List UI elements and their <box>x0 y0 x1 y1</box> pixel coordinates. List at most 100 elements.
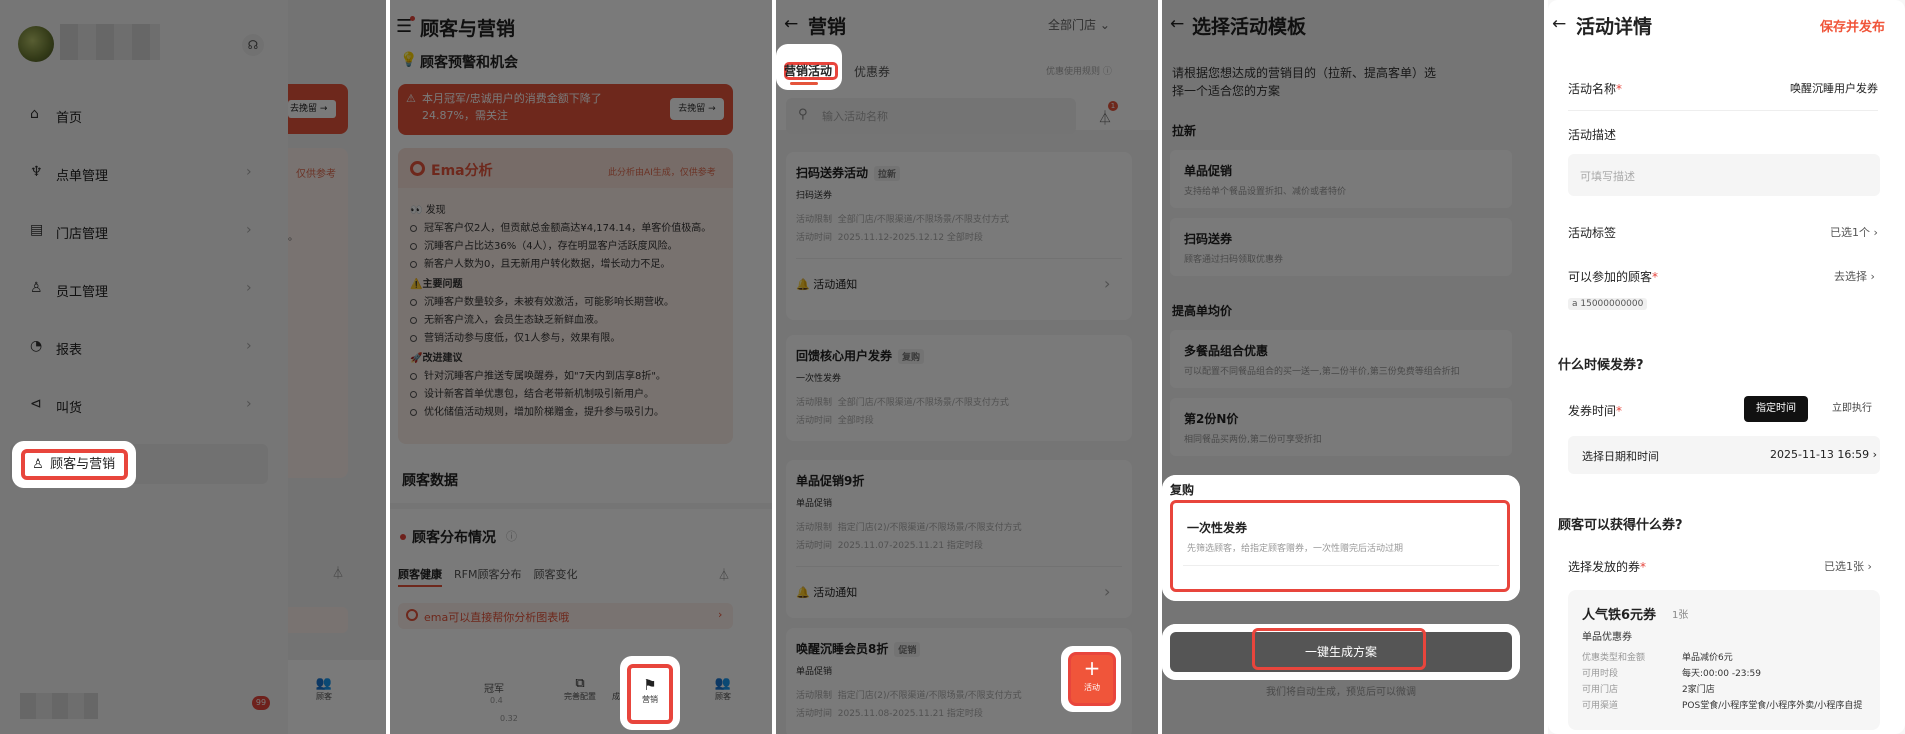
page-title: 营销 <box>808 16 847 38</box>
headset-icon[interactable]: ☊ <box>242 34 264 56</box>
bottom-tab[interactable]: 👥 顾客 <box>703 676 743 702</box>
add-activity-button[interactable]: + 活动 <box>1068 652 1116 706</box>
desc-label: 活动描述 <box>1568 128 1617 142</box>
tag-label: 活动标签 <box>1568 226 1617 240</box>
chevron-right-icon: › <box>246 338 252 354</box>
bell-icon: 🔔 <box>796 586 810 599</box>
footer-note: 我们将自动生成，预览后可以微调 <box>1266 687 1416 698</box>
template-card[interactable]: 扫码送券 顾客通过扫码领取优惠券 <box>1170 218 1512 276</box>
sidebar-item[interactable]: ♆ 点单管理 › <box>0 154 270 194</box>
tab-coupon[interactable]: 优惠券 <box>854 63 890 80</box>
bg-tab-customer: 👥 顾客 <box>315 676 333 701</box>
chevron-right-icon: › <box>246 222 252 238</box>
flag-icon: ⚑ <box>643 676 657 694</box>
template-card[interactable]: 多餐品组合优惠 可以配置不同餐品组合的买一送一,第二份半价,第三份免费等组合折扣 <box>1170 330 1512 388</box>
chevron-right-icon: › <box>246 164 252 180</box>
customer-chip[interactable]: a 15000000000 <box>1568 298 1648 310</box>
ema-list-item: 针对沉睡客户推送专属唤醒券，如"7天内到店享8折"。 <box>410 368 725 386</box>
activity-card[interactable]: 回馈核心用户发券 复购 一次性发券 活动限制 全部门店/不限渠道/不限场景/不限支… <box>786 335 1132 441</box>
dist-title: 顾客分布情况 <box>412 530 496 546</box>
data-title: 顾客数据 <box>402 473 458 489</box>
megaphone-icon: ⊲ <box>30 396 42 412</box>
staff-icon: ♙ <box>30 280 43 296</box>
coupon-rules-link[interactable]: 优惠使用规则 ⓘ <box>1046 64 1112 77</box>
time-label: 发券时间* <box>1568 404 1623 418</box>
template-one-time-coupon[interactable]: 一次性发券 先筛选顾客，给指定顾客赠券，一次性赠完后活动过期 <box>1170 500 1510 592</box>
sidebar-item-label: 叫货 <box>56 401 83 416</box>
bottom-tab[interactable]: ⧉ 完善配置 <box>560 676 600 702</box>
sidebar-item[interactable]: ♙ 员工管理 › <box>0 270 270 310</box>
tab-icon: ⧉ <box>575 676 585 691</box>
account-blurred <box>20 693 98 719</box>
customer-select[interactable]: 去选择 › <box>1834 268 1875 284</box>
dist-dot <box>400 534 406 540</box>
activity-card[interactable]: 单品促销9折 单品促销 活动限制 指定门店(2)/不限渠道/不限场景/不限支付方… <box>786 460 1132 618</box>
datetime-picker[interactable]: 选择日期和时间 2025-11-13 16:59 › <box>1568 436 1880 474</box>
sidebar-item[interactable]: ⌂ 首页 <box>0 96 270 136</box>
panel-customer-marketing: ☰ 顾客与营销 💡 顾客预警和机会 ⚠ 本月冠军/忠诚用户的消费金额下降了24.… <box>390 0 772 734</box>
activity-card[interactable]: 扫码送券活动 拉新 扫码送券 活动限制 全部门店/不限渠道/不限场景/不限支付方式… <box>786 152 1132 320</box>
retain-button[interactable]: 去挽留 → <box>670 98 724 120</box>
tab-marketing-activities[interactable]: 营销活动 <box>784 62 832 79</box>
coupon-row: 可用渠道 POS堂食/小程序堂食/小程序外卖/小程序自提 <box>1582 701 1863 711</box>
background-page: 去挽留 → 仅供参考 。 ⏃ 👥 顾客 99 <box>252 0 386 734</box>
desc-input[interactable]: 可填写描述 <box>1568 154 1880 196</box>
name-input[interactable]: 唤醒沉睡用户发券 <box>1790 80 1878 96</box>
template-card[interactable]: 第2份N价 相同餐品买两份,第二份可享受折扣 <box>1170 398 1512 456</box>
side-drawer: ☊ ⌂首页♆点单管理›▤门店管理›♙员工管理›◔报表›⊲叫货›♙顾客与营销 <box>0 0 288 734</box>
ema-title: Ema分析 <box>431 163 493 179</box>
coupon-card[interactable]: 人气铁6元券 1张 单品优惠券 优惠类型和金额 单品减价6元 可用时段 每天:00:0… <box>1568 590 1880 730</box>
sidebar-item-label: 首页 <box>56 111 83 126</box>
option-immediate[interactable]: 立即执行 <box>1820 396 1884 422</box>
ema-list-item: 优化储值活动规则，增加阶梯赠金，提升参与吸引力。 <box>410 404 725 422</box>
sidebar-item[interactable]: ▤ 门店管理 › <box>0 212 270 252</box>
ema-note: 此分析由AI生成，仅供参考 <box>608 168 716 178</box>
dist-tab[interactable]: RFM顾客分布 <box>454 568 521 581</box>
alert-icon: ⚠ <box>406 92 416 105</box>
filter-icon[interactable]: ⏃ <box>1098 108 1112 128</box>
back-icon[interactable]: ← <box>1170 14 1184 34</box>
alert-text: 本月冠军/忠诚用户的消费金额下降了24.87%，需关注 <box>422 92 602 122</box>
avatar[interactable] <box>18 26 54 62</box>
template-card[interactable]: 单品促销 支持给单个餐品设置折扣、减价或者特价 <box>1170 150 1512 208</box>
back-icon[interactable]: ← <box>784 14 798 34</box>
group-repurchase: 复购 <box>1170 483 1195 497</box>
ema-chart-bar[interactable]: ema可以直接帮你分析图表哦 › <box>398 603 733 629</box>
notify-dot <box>410 16 415 21</box>
page-title: 活动详情 <box>1576 16 1653 38</box>
dist-tabs: 顾客健康 RFM顾客分布 顾客变化 <box>398 566 589 587</box>
section-title: 顾客预警和机会 <box>420 55 518 71</box>
chart-label: 冠军 <box>484 684 504 695</box>
tab-icon: 👥 <box>714 676 732 691</box>
save-publish-button[interactable]: 保存并发布 <box>1820 16 1885 35</box>
sidebar-item[interactable]: ⊲ 叫货 › <box>0 386 270 426</box>
alert-card: ⚠ 本月冠军/忠诚用户的消费金额下降了24.87%，需关注 去挽留 → <box>398 84 733 135</box>
page-desc: 请根据您想达成的营销目的（拉新、提高客单）选择一个适合您的方案 <box>1172 66 1437 98</box>
sidebar-item-label: 员工管理 <box>56 285 109 300</box>
sidebar-item-label: 报表 <box>56 343 83 358</box>
store-select[interactable]: 全部门店 ⌄ <box>1048 16 1110 33</box>
sidebar-item[interactable]: ◔ 报表 › <box>0 328 270 368</box>
search-input[interactable]: ⚲ 输入活动名称 <box>786 98 1076 134</box>
plus-icon: + <box>1083 656 1101 680</box>
bulb-icon: 💡 <box>400 52 418 68</box>
option-scheduled[interactable]: 指定时间 <box>1744 396 1808 422</box>
username-blurred <box>60 24 160 60</box>
panel-activity-detail: ← 活动详情 保存并发布 活动名称* 唤醒沉睡用户发券 活动描述 可填写描述 活… <box>1548 0 1905 734</box>
info-icon[interactable]: ⓘ <box>506 528 517 544</box>
coupon-select[interactable]: 已选1张 › <box>1824 558 1872 574</box>
tag-select[interactable]: 已选1个 › <box>1830 224 1878 240</box>
ema-list-item: 营销活动参与度低，仅1人参与，效果有限。 <box>410 330 725 348</box>
ema-list-item: 新客户人数为0，且无新用户转化数据，增长动力不足。 <box>410 256 725 274</box>
group-new: 拉新 <box>1172 124 1197 138</box>
tab-marketing[interactable]: ⚑ 营销 <box>628 676 672 705</box>
coupon-label: 选择发放的券* <box>1568 560 1647 574</box>
highlight-menu-content[interactable]: ♙ 顾客与营销 <box>30 453 115 472</box>
filter-icon[interactable]: ⏃ <box>718 566 730 583</box>
bg-retain-button: 去挽留 → <box>288 100 336 118</box>
filter-icon: ⏃ <box>332 566 345 580</box>
dist-tab[interactable]: 顾客健康 <box>398 568 442 587</box>
back-icon[interactable]: ← <box>1552 14 1566 34</box>
panel-sidebar-menu: ☊ ⌂首页♆点单管理›▤门店管理›♙员工管理›◔报表›⊲叫货›♙顾客与营销 去挽… <box>0 0 386 734</box>
dist-tab[interactable]: 顾客变化 <box>533 568 577 581</box>
